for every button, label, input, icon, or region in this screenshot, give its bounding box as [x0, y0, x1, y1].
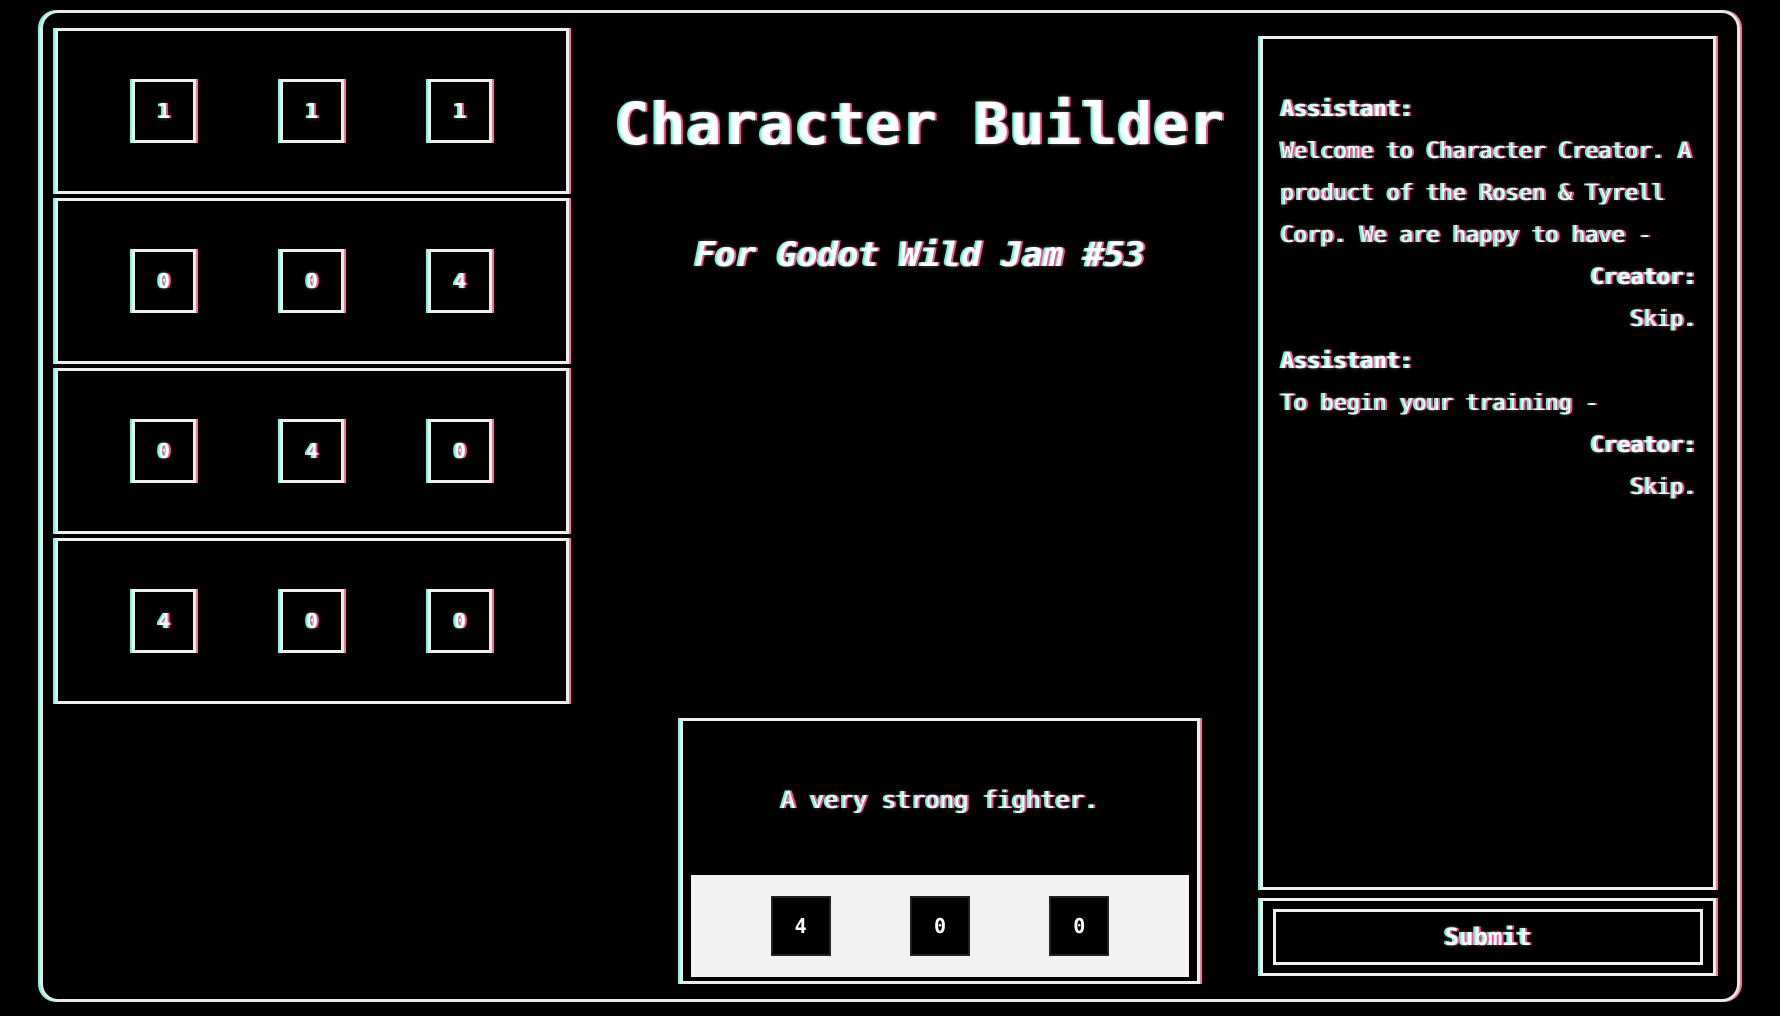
stat-options-panel: 1 1 1 0 0 4 0 4 0 4 0 0 — [55, 28, 569, 708]
game-title: Character Builder — [614, 90, 1226, 158]
dialog-entry: Creator: Skip. — [1281, 425, 1697, 509]
dialog-speaker: Assistant: — [1281, 97, 1414, 122]
dialog-text: Welcome to Character Creator. A product … — [1281, 139, 1692, 248]
stat-option-row[interactable]: 0 0 4 — [55, 198, 569, 364]
stat-value-box: 1 — [280, 79, 344, 143]
dialog-entry: Creator: Skip. — [1281, 257, 1697, 341]
dialog-log[interactable]: Assistant: Welcome to Character Creator.… — [1260, 36, 1716, 890]
stat-value-box: 0 — [280, 589, 344, 653]
card-stats-bar: 4 0 0 — [691, 875, 1189, 977]
stat-value-box: 1 — [428, 79, 492, 143]
stat-value-box: 4 — [428, 249, 492, 313]
stat-value-box: 0 — [132, 249, 196, 313]
stat-option-row[interactable]: 0 4 0 — [55, 368, 569, 534]
dialog-text: Skip. — [1630, 475, 1697, 500]
stat-option-row[interactable]: 4 0 0 — [55, 538, 569, 704]
stat-value-box: 4 — [132, 589, 196, 653]
dialog-speaker: Creator: — [1591, 433, 1697, 458]
dialog-text: Skip. — [1630, 307, 1697, 332]
submit-button[interactable]: Submit — [1273, 909, 1703, 965]
character-description: A very strong fighter. — [781, 786, 1099, 814]
dialog-entry: Assistant: Welcome to Character Creator.… — [1281, 89, 1697, 257]
dialog-text: To begin your training - — [1281, 391, 1599, 416]
stat-value-box: 0 — [132, 419, 196, 483]
card-stat-value: 4 — [770, 896, 831, 956]
submit-container: Submit — [1260, 898, 1716, 976]
card-stat-value: 0 — [909, 896, 970, 956]
selected-character-card[interactable]: A very strong fighter. 4 0 0 — [680, 718, 1200, 984]
stat-value-box: 0 — [428, 589, 492, 653]
stat-value-box: 0 — [428, 419, 492, 483]
stat-value-box: 4 — [280, 419, 344, 483]
dialog-entry: Assistant: To begin your training - — [1281, 341, 1697, 425]
dialog-speaker: Creator: — [1591, 265, 1697, 290]
game-subtitle: For Godot Wild Jam #53 — [694, 235, 1146, 275]
dialog-speaker: Assistant: — [1281, 349, 1414, 374]
stat-value-box: 0 — [280, 249, 344, 313]
stat-option-row[interactable]: 1 1 1 — [55, 28, 569, 194]
stat-value-box: 1 — [132, 79, 196, 143]
card-stat-value: 0 — [1049, 896, 1110, 956]
